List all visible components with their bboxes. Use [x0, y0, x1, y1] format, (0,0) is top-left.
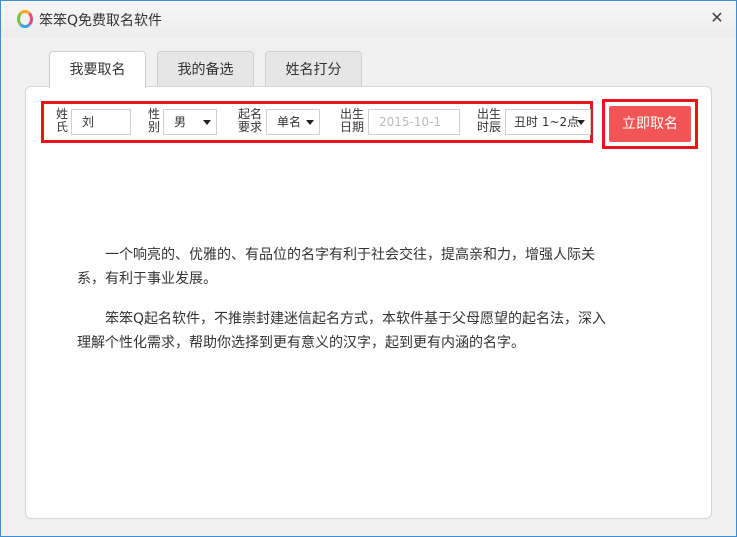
birthdate-label: 出生 日期 [339, 107, 364, 134]
surname-input[interactable]: 刘 [71, 109, 131, 135]
chevron-down-icon [577, 120, 585, 125]
gender-select-value: 男 [174, 115, 187, 129]
birthtime-select[interactable]: 丑时 1~2点 [505, 109, 591, 135]
window-title: 笨笨Q免费取名软件 [39, 13, 163, 29]
chevron-down-icon [306, 120, 314, 125]
surname-label: 姓氏 [55, 107, 68, 134]
submit-highlight: 立即取名 [602, 99, 698, 149]
tab-name-score[interactable]: 姓名打分 [265, 51, 362, 87]
birthdate-input[interactable]: 2015-10-1 [368, 109, 460, 135]
chevron-down-icon [203, 120, 211, 125]
gender-label: 性别 [147, 107, 160, 134]
close-icon[interactable]: ✕ [708, 9, 726, 27]
title-bar: 笨笨Q免费取名软件 ✕ [1, 1, 736, 37]
tab-favorites[interactable]: 我的备选 [157, 51, 254, 87]
generate-name-button[interactable]: 立即取名 [609, 106, 691, 142]
app-logo-icon [17, 10, 33, 28]
app-window: 笨笨Q免费取名软件 ✕ 我要取名 我的备选 姓名打分 姓氏 刘 性别 男 起名要… [0, 0, 737, 537]
tab-naming[interactable]: 我要取名 [49, 51, 146, 88]
gender-select[interactable]: 男 [163, 109, 217, 135]
birthtime-select-value: 丑时 1~2点 [514, 115, 580, 129]
naming-requirement-label: 起名 要求 [237, 107, 262, 134]
naming-requirement-select[interactable]: 单名 [266, 109, 320, 135]
main-panel [25, 86, 712, 519]
naming-form: 姓氏 刘 性别 男 起名 要求 单名 出生 日期 2015-10-1 出生 时辰 丑时… [41, 101, 593, 143]
naming-requirement-value: 单名 [277, 115, 302, 129]
birthtime-label: 出生 时辰 [476, 107, 501, 134]
intro-paragraph-1: 一个响亮的、优雅的、有品位的名字有利于社会交往，提高亲和力，增强人际关系，有利于… [77, 247, 595, 287]
intro-paragraph-2: 笨笨Q起名软件，不推崇封建迷信起名方式，本软件基于父母愿望的起名法，深入理解个性… [77, 311, 607, 351]
